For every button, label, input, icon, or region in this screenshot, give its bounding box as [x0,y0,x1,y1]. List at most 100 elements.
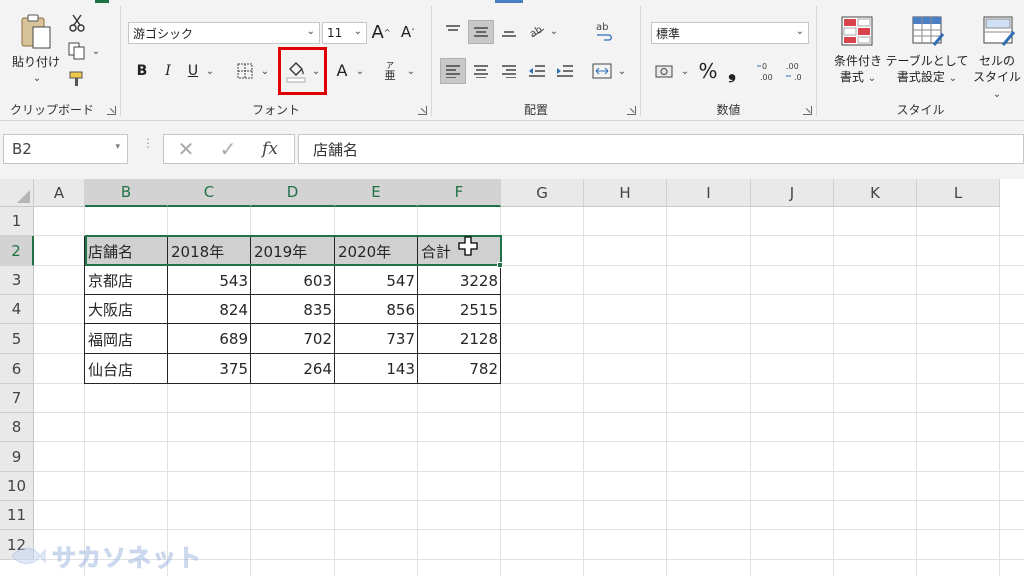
clipboard-launcher-icon[interactable] [107,106,116,115]
font-color-button[interactable]: A [333,58,351,82]
row-header-9[interactable]: 9 [0,442,34,472]
paste-dropdown-chevron-icon[interactable]: ⌄ [30,72,44,84]
conditional-formatting-button[interactable]: 条件付き 書式 ⌄ [823,53,893,87]
row-header-4[interactable]: 4 [0,295,34,324]
row-header-6[interactable]: 6 [0,354,34,384]
table-cell[interactable]: 856 [335,295,418,324]
paste-button[interactable]: 貼り付け [6,54,66,70]
number-launcher-icon[interactable] [803,106,812,115]
borders-chevron-icon[interactable]: ⌄ [259,64,271,78]
table-cell[interactable]: 福岡店 [85,324,168,354]
column-header-h[interactable]: H [584,179,667,207]
column-header-a[interactable]: A [34,179,85,207]
wrap-text-icon[interactable]: ab [592,18,616,44]
row-header-5[interactable]: 5 [0,324,34,354]
currency-icon[interactable] [653,60,677,82]
formula-bar-grip-icon[interactable]: ⋮ [142,137,154,157]
formula-input[interactable]: 店舗名 [298,134,1024,164]
merge-chevron-icon[interactable]: ⌄ [616,64,628,78]
table-cell[interactable]: 143 [335,354,418,384]
row-header-2[interactable]: 2 [0,236,34,266]
table-cell[interactable]: 689 [168,324,251,354]
table-header-cell[interactable]: 2019年 [251,236,335,266]
orientation-icon[interactable]: ab [526,18,548,42]
enter-check-icon[interactable]: ✓ [216,137,240,161]
align-top-icon[interactable] [442,20,464,42]
column-header-j[interactable]: J [751,179,834,207]
font-name-select[interactable]: 游ゴシック ⌄ [128,22,320,44]
table-header-cell[interactable]: 2018年 [168,236,251,266]
column-header-k[interactable]: K [834,179,917,207]
row-header-3[interactable]: 3 [0,266,34,295]
column-header-d[interactable]: D [251,179,335,207]
table-cell[interactable]: 264 [251,354,335,384]
table-cell[interactable]: 大阪店 [85,295,168,324]
increase-decimal-icon[interactable]: 0.00 [755,58,779,84]
shrink-font-button[interactable]: Aˇ [397,19,419,45]
comma-style-button[interactable]: ❟ [725,58,739,84]
column-header-b[interactable]: B [85,179,168,207]
column-header-i[interactable]: I [667,179,751,207]
worksheet-grid[interactable]: ABCDEFGHIJKL 1 2 3 4 5 6 7 8 9 10 11 12 店舗名 2018年 201… [0,179,1024,576]
row-header-11[interactable]: 11 [0,501,34,530]
borders-icon[interactable] [234,60,256,82]
decrease-decimal-icon[interactable]: .00.0 [783,58,807,84]
cut-icon[interactable] [66,12,88,34]
orientation-chevron-icon[interactable]: ⌄ [548,24,560,38]
font-color-chevron-icon[interactable]: ⌄ [354,64,366,78]
format-as-table-icon[interactable] [910,14,946,48]
underline-button[interactable]: U [184,60,202,82]
number-format-select[interactable]: 標準 ⌄ [651,22,809,44]
merge-center-icon[interactable] [590,60,614,82]
table-cell[interactable]: 547 [335,266,418,295]
fill-color-button[interactable] [284,56,308,86]
increase-indent-icon[interactable] [554,60,576,82]
name-box-chevron-icon[interactable]: ▾ [115,142,120,152]
align-center-icon[interactable] [470,60,492,82]
decrease-indent-icon[interactable] [526,60,548,82]
table-cell[interactable]: 仙台店 [85,354,168,384]
format-painter-icon[interactable] [66,68,88,90]
fill-handle[interactable] [497,262,503,268]
table-cell[interactable]: 782 [418,354,501,384]
table-cell[interactable]: 702 [251,324,335,354]
row-header-1[interactable]: 1 [0,207,34,236]
phonetic-chevron-icon[interactable]: ⌄ [405,64,417,78]
select-all-button[interactable] [0,179,34,207]
font-launcher-icon[interactable] [418,106,427,115]
table-cell[interactable]: 543 [168,266,251,295]
table-cell[interactable]: 2515 [418,295,501,324]
grow-font-button[interactable]: A ^ [370,19,392,45]
table-cell[interactable]: 2128 [418,324,501,354]
cell-styles-icon[interactable] [981,14,1017,48]
align-right-icon[interactable] [498,60,520,82]
table-cell[interactable]: 603 [251,266,335,295]
paste-icon[interactable] [14,12,58,52]
name-box[interactable]: B2 ▾ [3,134,128,164]
column-header-c[interactable]: C [168,179,251,207]
column-header-g[interactable]: G [501,179,584,207]
row-header-7[interactable]: 7 [0,384,34,413]
cell-styles-button[interactable]: セルの スタイル ⌄ [967,53,1024,103]
table-cell[interactable]: 京都店 [85,266,168,295]
table-cell[interactable]: 737 [335,324,418,354]
copy-dropdown-chevron-icon[interactable]: ⌄ [90,44,102,58]
insert-function-button[interactable]: fx [258,137,282,161]
currency-chevron-icon[interactable]: ⌄ [679,64,691,78]
column-header-l[interactable]: L [917,179,1000,207]
table-cell[interactable]: 835 [251,295,335,324]
phonetic-button[interactable]: ア 亜 [379,58,401,84]
alignment-launcher-icon[interactable] [627,106,636,115]
column-header-f[interactable]: F [418,179,501,207]
fill-color-chevron-icon[interactable]: ⌄ [310,64,322,78]
underline-chevron-icon[interactable]: ⌄ [204,64,216,78]
italic-button[interactable]: I [159,60,177,82]
align-middle-icon[interactable] [468,20,494,44]
table-header-cell[interactable]: 2020年 [335,236,418,266]
align-left-icon[interactable] [440,58,466,84]
table-cell[interactable]: 3228 [418,266,501,295]
format-as-table-button[interactable]: テーブルとして 書式設定 ⌄ [885,53,969,87]
table-header-cell[interactable]: 店舗名 [85,236,168,266]
cancel-icon[interactable]: ✕ [174,137,198,161]
table-cell[interactable]: 375 [168,354,251,384]
